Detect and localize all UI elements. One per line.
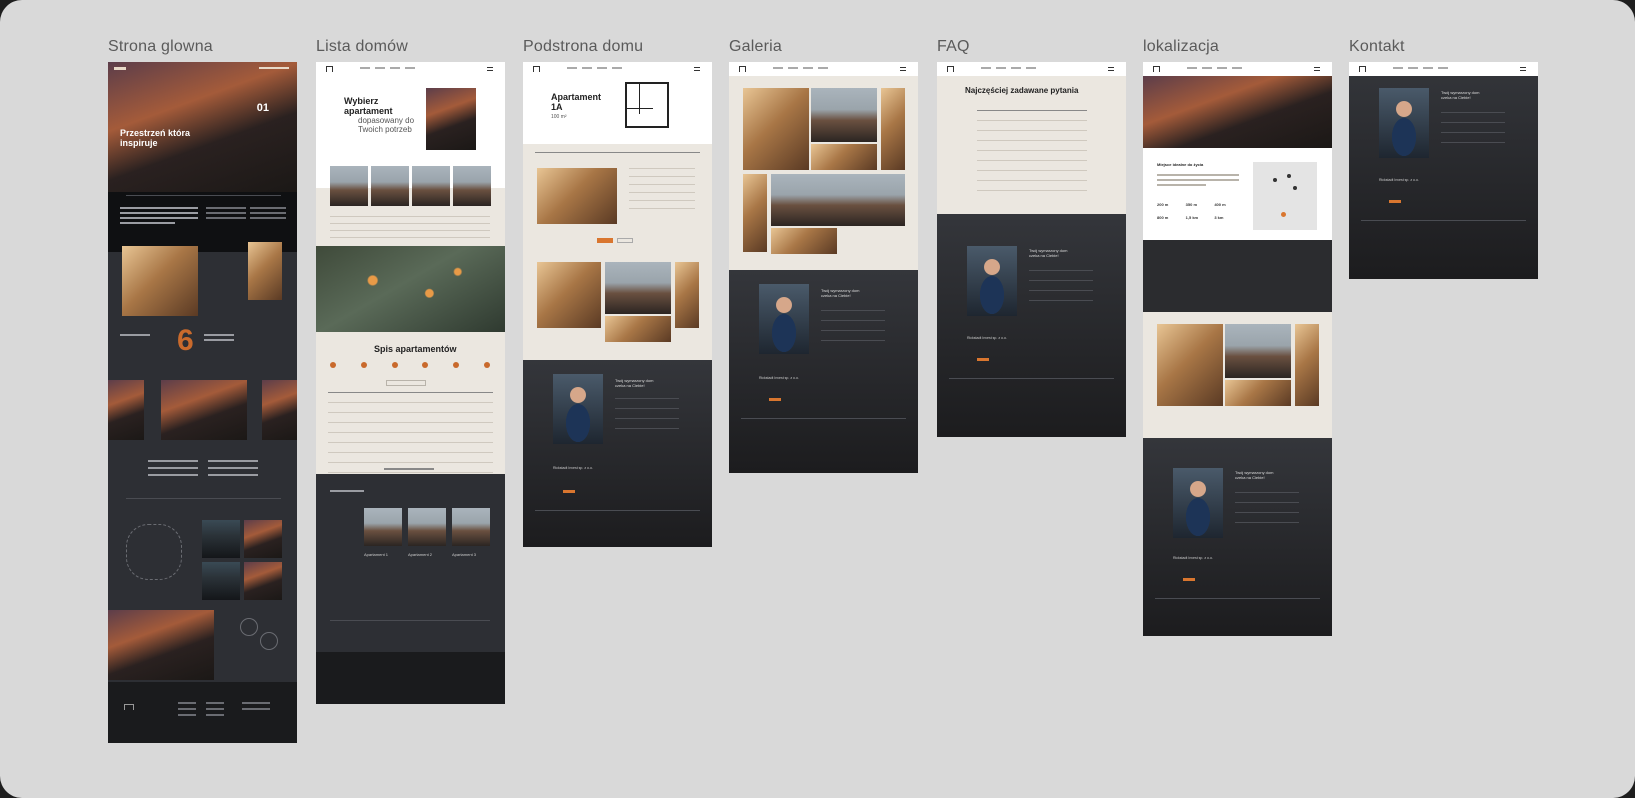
frame-title-location: lokalizacja (1143, 38, 1220, 55)
slide-counter: 01 (256, 102, 269, 114)
stat-number: 6 (177, 324, 194, 357)
logo-icon (114, 67, 126, 70)
house-area: 100 m² (551, 114, 567, 120)
menu-icon[interactable] (694, 67, 700, 71)
lifestyle-image (122, 246, 198, 316)
hero-image: 01 Przestrzeń która inspiruje (108, 62, 297, 192)
frame-title-list: Lista domów (316, 38, 409, 55)
navbar[interactable] (937, 62, 1126, 76)
logo-icon (326, 66, 333, 72)
company-name: Rickstadt Invest sp. z o.o. (759, 376, 799, 380)
agent-photo (553, 374, 603, 444)
frame-location[interactable]: Miejsce idealne do życia 200 m 350 m 400 m… (1143, 62, 1332, 636)
card-label-3: Apartament 3 (452, 552, 477, 557)
contact-heading: Twój wymarzony dom czeka na Ciebie! (615, 378, 654, 388)
navbar[interactable] (1143, 62, 1332, 76)
menu-icon[interactable] (1108, 67, 1114, 71)
secondary-button[interactable] (617, 238, 633, 243)
company-name: Rickstadt Invest sp. z o.o. (553, 466, 593, 470)
map-pin-icon (1281, 212, 1286, 217)
floorplan-image (625, 82, 669, 128)
company-name: Rickstadt Invest sp. z o.o. (967, 336, 1007, 340)
faq-title: Najczęściej zadawane pytania (965, 86, 1079, 95)
frame-list[interactable]: Wybierz apartament dopasowany do Twoich po… (316, 62, 505, 704)
navbar[interactable] (316, 62, 505, 76)
menu-icon[interactable] (1314, 67, 1320, 71)
house-title: Apartament 1A (551, 92, 602, 112)
frame-faq[interactable]: Najczęściej zadawane pytania Twój wymarz… (937, 62, 1126, 437)
faq-list[interactable] (977, 110, 1087, 191)
frame-title-home: Strona glowna (108, 38, 213, 55)
menu-icon[interactable] (1520, 67, 1526, 71)
menu-icon[interactable] (900, 67, 906, 71)
map-widget[interactable] (1253, 162, 1317, 230)
primary-button[interactable] (597, 238, 613, 243)
frame-home[interactable]: 01 Przestrzeń która inspiruje 6 (108, 62, 297, 743)
frame-title-gallery: Galeria (729, 38, 782, 55)
menu-icon[interactable] (487, 67, 493, 71)
frame-contact[interactable]: Twój wymarzony dom czeka na Ciebie! Ricks… (1349, 62, 1538, 279)
map-outline (126, 524, 182, 580)
design-canvas: Strona glowna Lista domów Podstrona domu… (0, 0, 1635, 798)
location-title: Miejsce idealne do życia (1157, 162, 1204, 167)
frame-title-house: Podstrona domu (523, 38, 644, 55)
hero-sub: dopasowany do Twoich potrzeb (358, 116, 415, 134)
frame-gallery[interactable]: Twój wymarzony dom czeka na Ciebie! Ricks… (729, 62, 918, 473)
frame-title-faq: FAQ (937, 38, 970, 55)
table-title: Spis apartamentów (374, 344, 457, 354)
aerial-image (316, 246, 505, 332)
apartments-table (328, 392, 493, 473)
frame-house[interactable]: Apartament 1A 100 m² Twój wymarzony dom cz… (523, 62, 712, 547)
company-name: Rickstadt Invest sp. z o.o. (1173, 556, 1213, 560)
distance-stats: 200 m 350 m 400 m 800 m 1,5 km 3 km (1157, 202, 1226, 220)
hero-heading: Wybierz apartament (344, 96, 393, 116)
card-label-2: Apartament 2 (408, 552, 433, 557)
card-label-1: Apartament 1 (364, 552, 389, 557)
dark-map-section (1143, 240, 1332, 312)
hero-heading: Przestrzeń która inspiruje (120, 128, 191, 148)
navbar[interactable] (1349, 62, 1538, 76)
frame-title-contact: Kontakt (1349, 38, 1405, 55)
company-name: Rickstadt Invest sp. z o.o. (1379, 178, 1419, 182)
footer-logo-icon (124, 704, 134, 710)
navbar[interactable] (729, 62, 918, 76)
navbar[interactable] (523, 62, 712, 76)
house-exterior-image (161, 380, 247, 440)
